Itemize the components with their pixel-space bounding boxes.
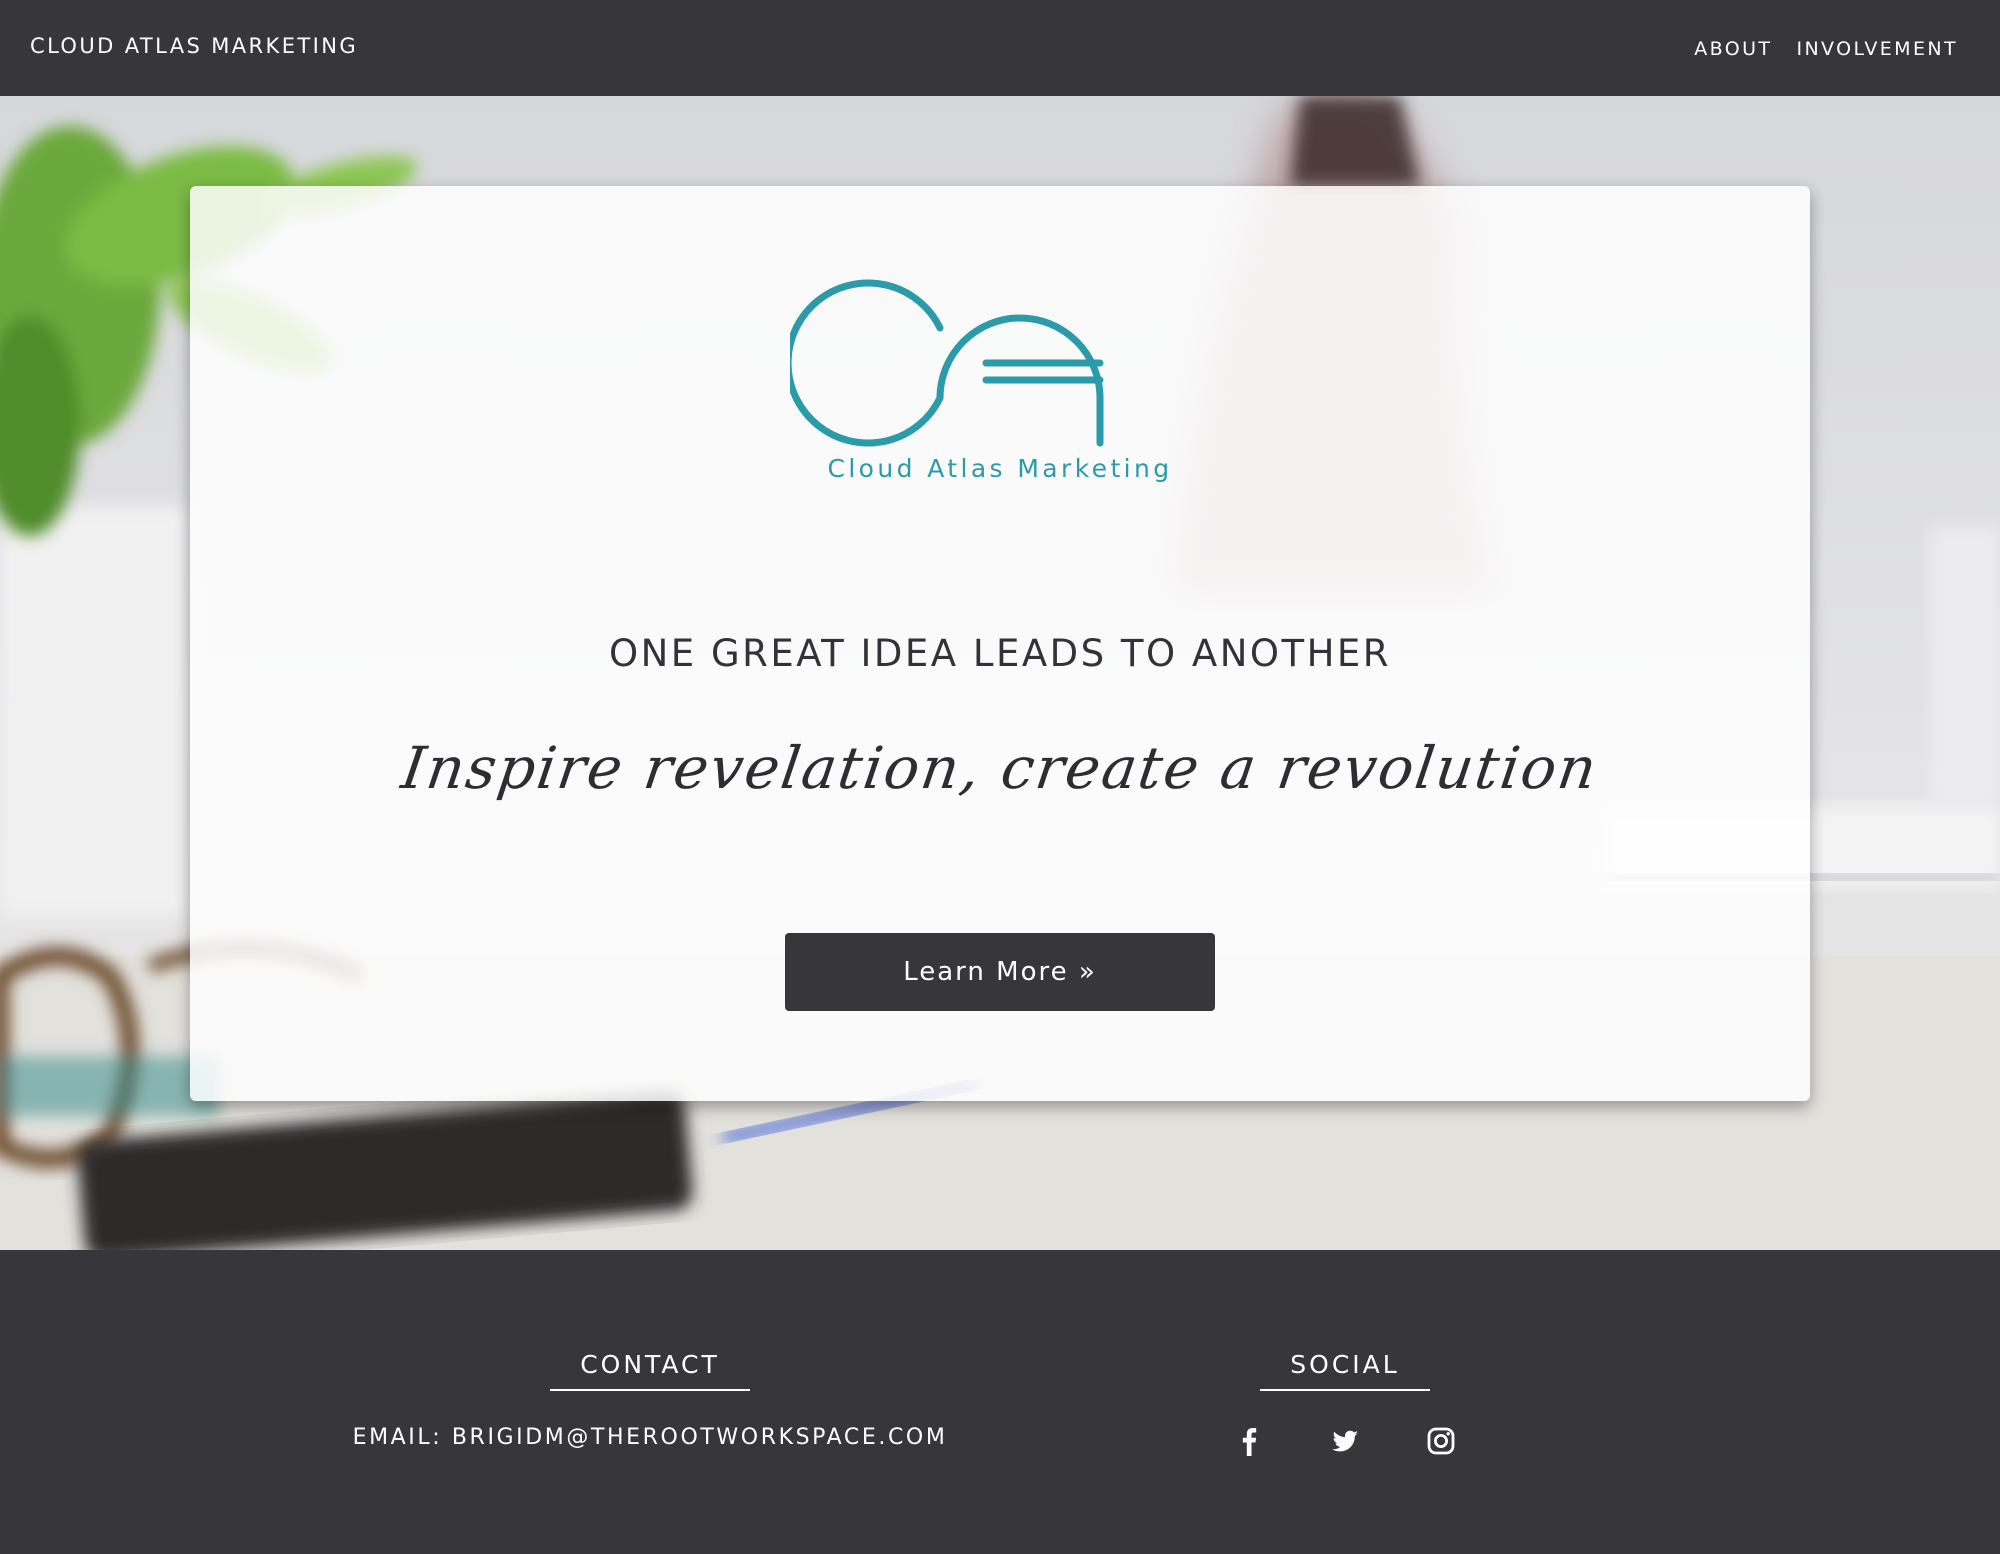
hero-card: Cloud Atlas Marketing ONE GREAT IDEA LEA… — [190, 186, 1810, 1101]
contact-email[interactable]: EMAIL: BRIGIDM@THEROOTWORKSPACE.COM — [330, 1425, 970, 1450]
hero-tagline: Inspire revelation, create a revolution — [397, 734, 1603, 802]
nav-links: ABOUT INVOLVEMENT — [1694, 38, 1958, 60]
social-heading: SOCIAL — [1260, 1350, 1430, 1391]
top-navbar: CLOUD ATLAS MARKETING ABOUT INVOLVEMENT — [0, 0, 2000, 96]
contact-heading: CONTACT — [550, 1350, 750, 1391]
facebook-icon[interactable] — [1233, 1425, 1265, 1457]
hero-section: Cloud Atlas Marketing ONE GREAT IDEA LEA… — [0, 96, 2000, 1250]
logo-text: Cloud Atlas Marketing — [827, 454, 1173, 483]
footer-contact-section: CONTACT EMAIL: BRIGIDM@THEROOTWORKSPACE.… — [330, 1350, 970, 1450]
nav-involvement-link[interactable]: INVOLVEMENT — [1796, 38, 1958, 60]
hero-headline: ONE GREAT IDEA LEADS TO ANOTHER — [609, 632, 1391, 675]
twitter-icon[interactable] — [1329, 1425, 1361, 1457]
learn-more-button[interactable]: Learn More » — [785, 933, 1215, 1011]
instagram-icon[interactable] — [1425, 1425, 1457, 1457]
cloud-atlas-logo: Cloud Atlas Marketing — [790, 268, 1210, 498]
ca-logo-icon — [790, 279, 1104, 447]
footer-social-section: SOCIAL — [1145, 1350, 1545, 1457]
footer: CONTACT EMAIL: BRIGIDM@THEROOTWORKSPACE.… — [0, 1250, 2000, 1554]
brand-link[interactable]: CLOUD ATLAS MARKETING — [30, 34, 358, 58]
nav-about-link[interactable]: ABOUT — [1694, 38, 1772, 60]
social-icons — [1145, 1425, 1545, 1457]
